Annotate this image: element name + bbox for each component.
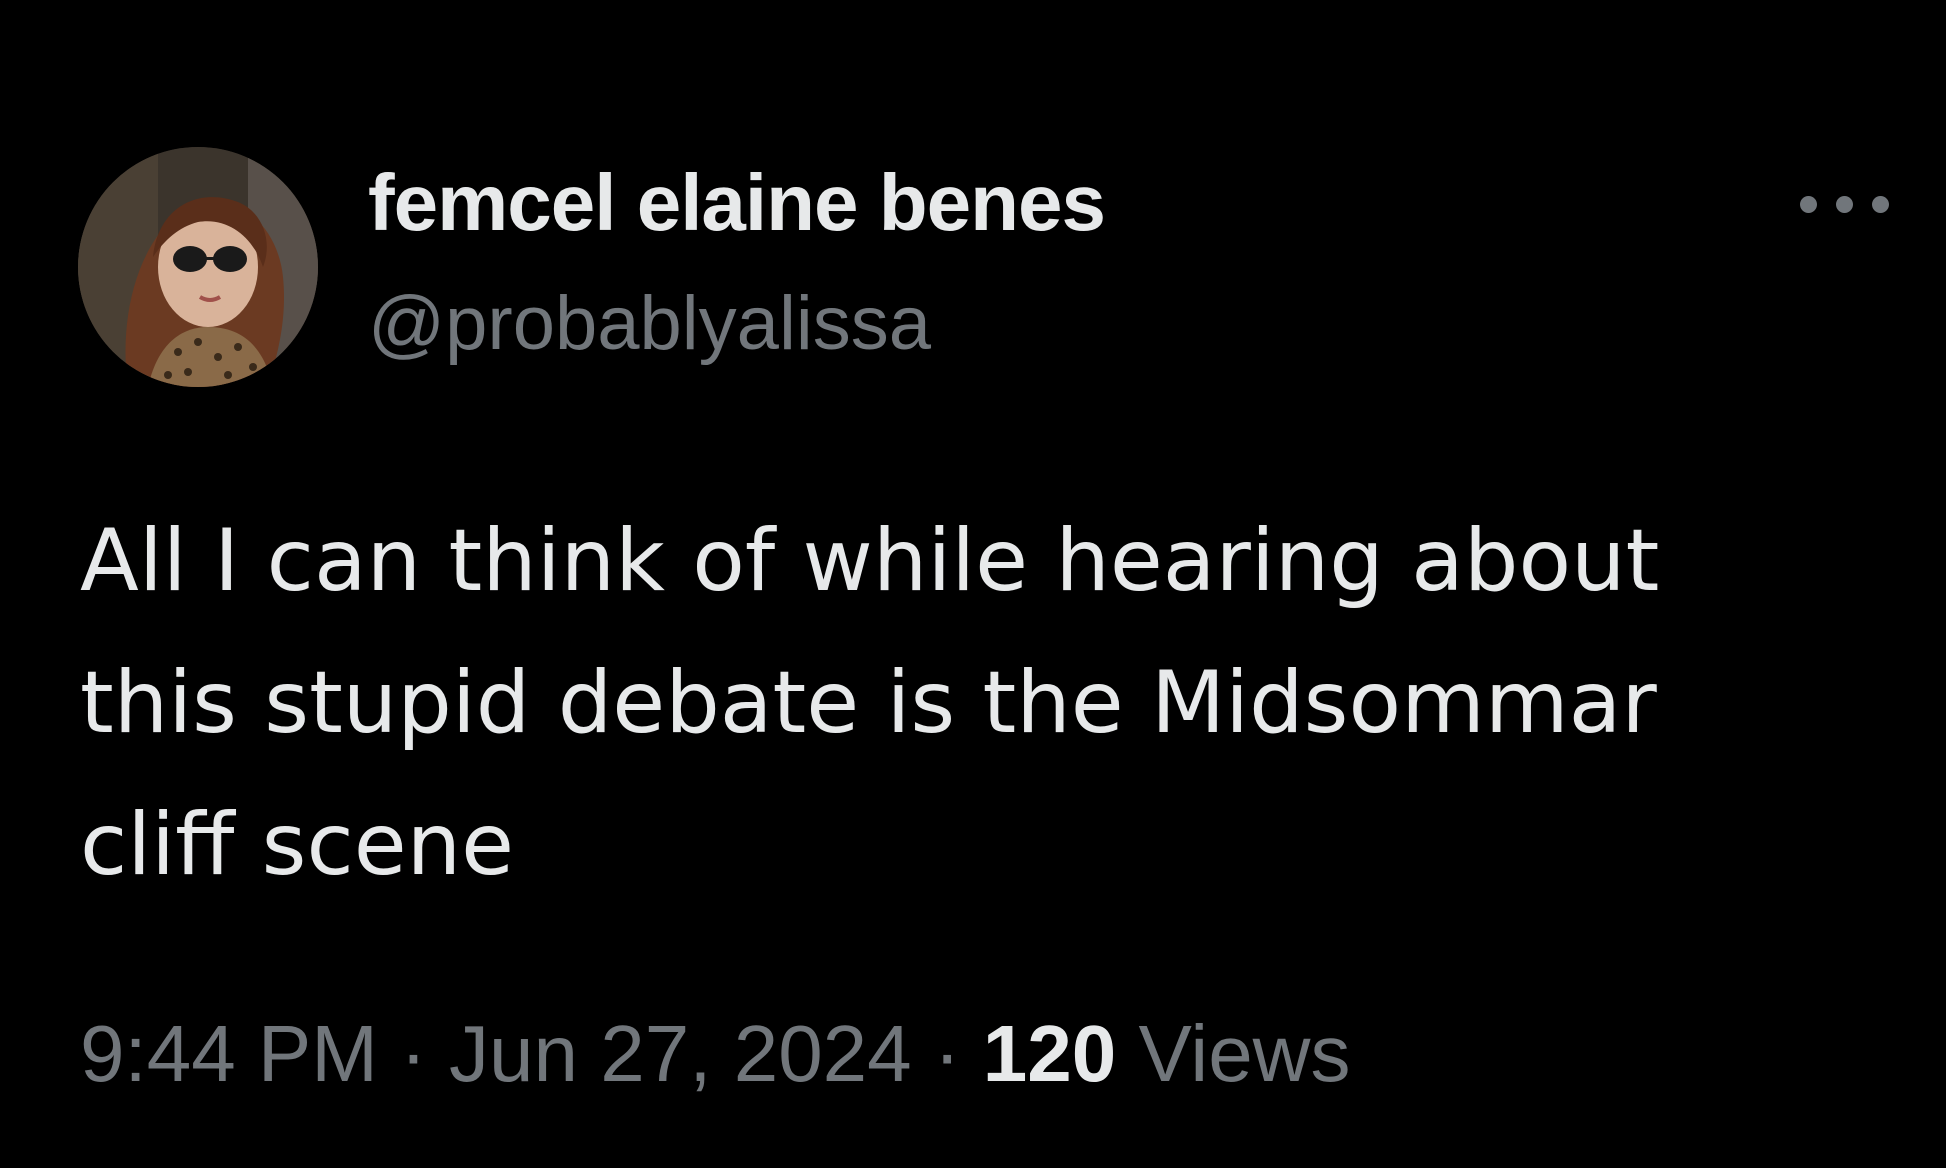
meta-separator: · — [933, 1009, 961, 1098]
tweet-text: All I can think of while hearing about t… — [80, 490, 1900, 916]
views-label: Views — [1138, 1009, 1351, 1098]
avatar[interactable] — [78, 147, 318, 387]
tweet-time[interactable]: 9:44 PM — [80, 1009, 378, 1098]
meta-separator: · — [400, 1009, 427, 1098]
tweet-text-line: cliff scene — [80, 795, 515, 895]
tweet-text-line: All I can think of while hearing about — [80, 511, 1660, 611]
author-display-name[interactable]: femcel elaine benes — [368, 163, 1106, 243]
tweet-text-line: this stupid debate is the Midsommar — [80, 653, 1657, 753]
avatar-image — [78, 147, 318, 387]
tweet-meta: 9:44 PM · Jun 27, 2024 · 120 Views — [80, 1014, 1350, 1094]
tweet-card: femcel elaine benes @probablyalissa All … — [0, 0, 1946, 1168]
more-options-button[interactable] — [1798, 184, 1894, 224]
more-options-icon-dot — [1836, 196, 1853, 213]
more-options-icon — [1800, 196, 1817, 213]
author-handle[interactable]: @probablyalissa — [368, 286, 931, 362]
views-count: 120 — [982, 1009, 1117, 1098]
tweet-date[interactable]: Jun 27, 2024 — [449, 1009, 912, 1098]
more-options-icon-dot — [1872, 196, 1889, 213]
